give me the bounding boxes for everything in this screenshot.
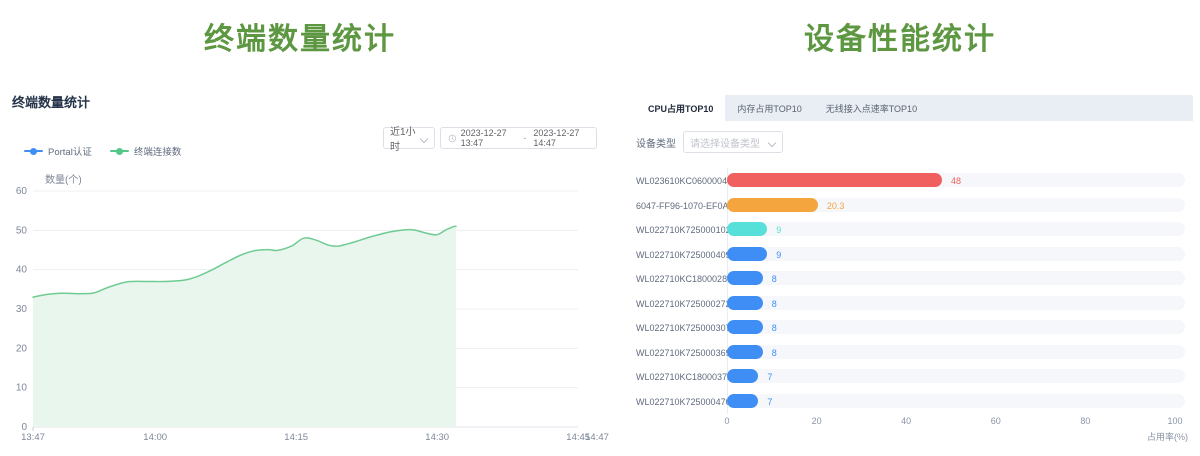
y-tick-label: 30 (16, 304, 28, 315)
bar-category-label: WL023610KC06000043 (636, 176, 718, 186)
x-tick-label: 14:00 (143, 432, 167, 443)
bar-value-label: 8 (772, 348, 777, 358)
bar (727, 296, 763, 310)
date-separator: - (523, 133, 526, 143)
legend-marker-icon (110, 147, 129, 156)
legend-label: 终端连接数 (134, 144, 182, 158)
bar-chart-x-axis-label: 占用率(%) (1147, 430, 1188, 443)
bar (727, 222, 767, 236)
bar-category-label: WL022710KC18000372 (636, 372, 718, 382)
tab-bar: CPU占用TOP10内存占用TOP10无线接入点速率TOP10 (636, 95, 1193, 121)
bar-x-tick-label: 100 (1167, 416, 1182, 426)
bar (727, 247, 767, 261)
bar-value-label: 48 (951, 176, 961, 186)
chevron-down-icon (769, 139, 776, 146)
bar-category-label: 6047-FF96-1070-EF0A (636, 201, 718, 211)
bar-track (727, 271, 1185, 285)
x-tick-label: 14:15 (284, 432, 308, 443)
bar (727, 369, 758, 383)
tab-1[interactable]: 内存占用TOP10 (725, 95, 813, 121)
left-section-title: 终端数量统计 (0, 14, 600, 58)
tab-0[interactable]: CPU占用TOP10 (636, 95, 725, 121)
device-type-label: 设备类型 (636, 135, 676, 150)
bar-track (727, 320, 1185, 334)
time-range-select[interactable]: 近1小时 (383, 127, 435, 149)
y-tick-label: 50 (16, 225, 28, 236)
date-range-picker[interactable]: 2023-12-27 13:47 - 2023-12-27 14:47 (440, 127, 597, 149)
y-tick-label: 40 (16, 265, 28, 276)
bar-category-label: WL022710K725000470 (636, 397, 718, 407)
bar-value-label: 7 (767, 372, 772, 382)
bar (727, 345, 763, 359)
bar-track (727, 296, 1185, 310)
legend-item-0[interactable]: Portal认证 (24, 144, 92, 158)
line-chart: 010203040506013:4714:0014:1514:3014:4514… (0, 186, 600, 452)
bar-category-label: WL022710K725000369 (636, 348, 718, 358)
bar-x-tick-label: 40 (901, 416, 911, 426)
legend-label: Portal认证 (48, 144, 92, 158)
bar (727, 320, 763, 334)
y-tick-label: 20 (16, 343, 28, 354)
bar-track (727, 369, 1185, 383)
x-tick-label: 14:47 (585, 432, 609, 443)
bar-track (727, 247, 1185, 261)
bar-value-label: 7 (767, 397, 772, 407)
bar-value-label: 9 (776, 250, 781, 260)
legend-item-1[interactable]: 终端连接数 (110, 144, 182, 158)
bar-x-tick-label: 20 (812, 416, 822, 426)
right-section-title: 设备性能统计 (600, 14, 1200, 58)
bar-value-label: 8 (772, 299, 777, 309)
bar (727, 173, 942, 187)
dashboard: 终端数量统计 终端数量统计 近1小时 2023-12-27 13:47 - 20… (0, 0, 1200, 456)
bar-category-label: WL022710K725000409 (636, 250, 718, 260)
legend-marker-icon (24, 147, 43, 156)
date-end: 2023-12-27 14:47 (533, 128, 589, 148)
y-axis-title: 数量(个) (45, 171, 82, 186)
left-chart-controls: 近1小时 2023-12-27 13:47 - 2023-12-27 14:47 (383, 127, 597, 149)
tab-2[interactable]: 无线接入点速率TOP10 (814, 95, 929, 121)
bar-x-tick-label: 80 (1080, 416, 1090, 426)
date-start: 2023-12-27 13:47 (461, 128, 517, 148)
bar-x-tick-label: 0 (724, 416, 729, 426)
bar-category-label: WL022710K725000102 (636, 225, 718, 235)
x-tick-label: 13:47 (21, 432, 45, 443)
device-type-placeholder: 请选择设备类型 (690, 135, 760, 150)
bar (727, 394, 758, 408)
x-tick-label: 14:30 (425, 432, 449, 443)
bar-value-label: 20.3 (827, 201, 845, 211)
bar-value-label: 8 (772, 323, 777, 333)
bar-track (727, 222, 1185, 236)
device-type-select[interactable]: 请选择设备类型 (683, 131, 783, 153)
bar-track (727, 394, 1185, 408)
bar-category-label: WL022710K725000307 (636, 323, 718, 333)
chart-legend: Portal认证 终端连接数 (24, 144, 181, 158)
chevron-down-icon (421, 135, 428, 142)
bar (727, 271, 763, 285)
series-area (33, 226, 456, 427)
bar-value-label: 8 (772, 274, 777, 284)
time-range-value: 近1小时 (390, 123, 417, 153)
y-tick-label: 10 (16, 383, 28, 394)
bar-chart: 占用率(%) WL023610KC06000043 48 6047-FF96-107… (636, 166, 1196, 452)
bar-value-label: 9 (776, 225, 781, 235)
left-panel-title: 终端数量统计 (12, 92, 90, 111)
bar-track (727, 345, 1185, 359)
bar-category-label: WL022710KC18000280 (636, 274, 718, 284)
clock-icon (448, 133, 457, 144)
bar (727, 198, 818, 212)
bar-x-tick-label: 60 (991, 416, 1001, 426)
y-tick-label: 60 (16, 186, 28, 197)
bar-category-label: WL022710K725000272 (636, 299, 718, 309)
device-type-filter: 设备类型 请选择设备类型 (636, 131, 783, 153)
